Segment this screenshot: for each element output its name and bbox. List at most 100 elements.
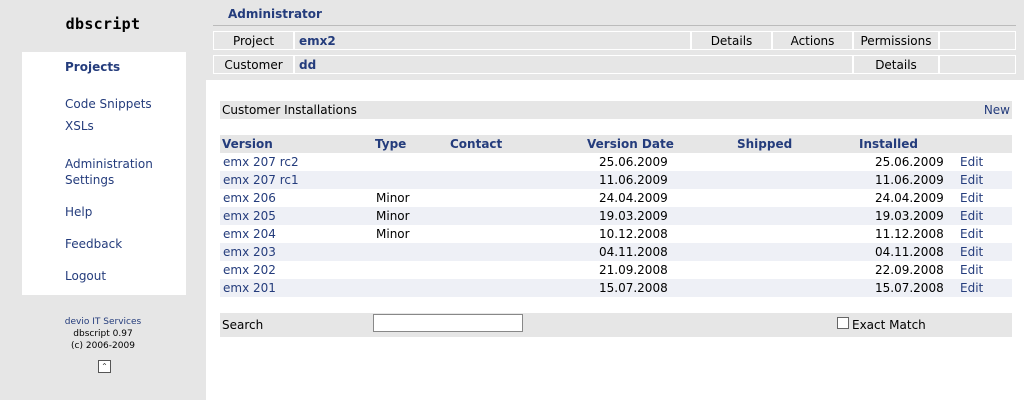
installed-cell: 24.04.2009 <box>857 189 957 207</box>
edit-link[interactable]: Edit <box>957 153 1012 171</box>
contact-cell <box>448 261 585 279</box>
shipped-cell <box>735 153 857 171</box>
edit-link[interactable]: Edit <box>957 261 1012 279</box>
sidebar-item-code-snippets[interactable]: Code Snippets <box>65 96 152 112</box>
sidebar-item-xsls[interactable]: XSLs <box>65 118 94 134</box>
type-cell: Minor <box>373 207 448 225</box>
contact-cell <box>448 171 585 189</box>
version-date-cell: 24.04.2009 <box>585 189 735 207</box>
project-details-button[interactable]: Details <box>691 31 772 50</box>
column-header-type[interactable]: Type <box>373 135 448 153</box>
installed-cell: 25.06.2009 <box>857 153 957 171</box>
version-cell[interactable]: emx 202 <box>220 261 373 279</box>
search-label: Search <box>222 318 264 332</box>
table-header-row: Version Type Contact Version Date Shippe… <box>220 135 1012 153</box>
version-cell[interactable]: emx 207 rc2 <box>220 153 373 171</box>
version-text: dbscript 0.97 <box>73 329 133 339</box>
edit-link[interactable]: Edit <box>957 171 1012 189</box>
project-actions-button[interactable]: Actions <box>772 31 853 50</box>
sidebar-item-logout[interactable]: Logout <box>65 268 106 284</box>
version-date-cell: 10.12.2008 <box>585 225 735 243</box>
exact-match-label[interactable]: Exact Match <box>852 318 926 332</box>
installed-cell: 04.11.2008 <box>857 243 957 261</box>
shipped-cell <box>735 225 857 243</box>
project-permissions-button[interactable]: Permissions <box>853 31 939 50</box>
app-logo-text: dbscript <box>65 15 141 33</box>
project-bar: Project emx2 Details Actions Permissions <box>213 31 1016 51</box>
exact-match-checkbox[interactable] <box>837 317 849 329</box>
table-row: emx 205 Minor 19.03.2009 19.03.2009 Edit <box>220 207 1012 225</box>
version-cell[interactable]: emx 207 rc1 <box>220 171 373 189</box>
type-cell <box>373 243 448 261</box>
scroll-top-icon[interactable]: ⌃ <box>98 360 111 373</box>
column-header-version[interactable]: Version <box>220 135 373 153</box>
version-date-cell: 19.03.2009 <box>585 207 735 225</box>
sidebar-item-help[interactable]: Help <box>65 204 92 220</box>
column-header-shipped[interactable]: Shipped <box>735 135 857 153</box>
version-date-cell: 15.07.2008 <box>585 279 735 297</box>
shipped-cell <box>735 207 857 225</box>
table-row: emx 203 04.11.2008 04.11.2008 Edit <box>220 243 1012 261</box>
edit-link[interactable]: Edit <box>957 225 1012 243</box>
shipped-cell <box>735 279 857 297</box>
new-installation-link[interactable]: New <box>984 101 1010 119</box>
table-row: emx 207 rc1 11.06.2009 11.06.2009 Edit <box>220 171 1012 189</box>
column-header-installed[interactable]: Installed <box>857 135 957 153</box>
version-cell[interactable]: emx 204 <box>220 225 373 243</box>
contact-cell <box>448 279 585 297</box>
version-date-cell: 25.06.2009 <box>585 153 735 171</box>
version-date-cell: 21.09.2008 <box>585 261 735 279</box>
copyright-text: (c) 2006-2009 <box>71 341 135 351</box>
shipped-cell <box>735 243 857 261</box>
sidebar-item-administration[interactable]: Administration <box>65 156 153 172</box>
project-value[interactable]: emx2 <box>294 31 691 50</box>
column-header-contact[interactable]: Contact <box>448 135 585 153</box>
customer-value[interactable]: dd <box>294 55 853 74</box>
app-logo: dbscript <box>0 0 206 52</box>
customer-bar-filler <box>939 55 1016 74</box>
installed-cell: 15.07.2008 <box>857 279 957 297</box>
type-cell <box>373 171 448 189</box>
section-header: Customer Installations New <box>220 101 1012 119</box>
contact-cell <box>448 153 585 171</box>
header-bar: Administrator <box>213 5 1016 26</box>
version-cell[interactable]: emx 206 <box>220 189 373 207</box>
installations-table: Version Type Contact Version Date Shippe… <box>220 135 1012 297</box>
sidebar-item-feedback[interactable]: Feedback <box>65 236 122 252</box>
edit-link[interactable]: Edit <box>957 189 1012 207</box>
edit-link[interactable]: Edit <box>957 279 1012 297</box>
installed-cell: 11.06.2009 <box>857 171 957 189</box>
installed-cell: 11.12.2008 <box>857 225 957 243</box>
sidebar-item-projects[interactable]: Projects <box>65 59 120 75</box>
version-cell[interactable]: emx 201 <box>220 279 373 297</box>
shipped-cell <box>735 171 857 189</box>
search-bar: Search Exact Match <box>220 313 1012 337</box>
customer-details-button[interactable]: Details <box>853 55 939 74</box>
shipped-cell <box>735 189 857 207</box>
project-bar-filler <box>939 31 1016 50</box>
table-row: emx 206 Minor 24.04.2009 24.04.2009 Edit <box>220 189 1012 207</box>
company-link[interactable]: devio IT Services <box>0 316 206 328</box>
contact-cell <box>448 243 585 261</box>
edit-link[interactable]: Edit <box>957 243 1012 261</box>
contact-cell <box>448 225 585 243</box>
contact-cell <box>448 189 585 207</box>
customer-label: Customer <box>213 55 294 74</box>
version-date-cell: 11.06.2009 <box>585 171 735 189</box>
type-cell <box>373 279 448 297</box>
version-cell[interactable]: emx 203 <box>220 243 373 261</box>
sidebar-footer: devio IT Services dbscript 0.97 (c) 2006… <box>0 316 206 352</box>
project-label: Project <box>213 31 294 50</box>
version-cell[interactable]: emx 205 <box>220 207 373 225</box>
contact-cell <box>448 207 585 225</box>
column-header-version-date[interactable]: Version Date <box>585 135 735 153</box>
shipped-cell <box>735 261 857 279</box>
edit-link[interactable]: Edit <box>957 207 1012 225</box>
search-input[interactable] <box>373 314 523 332</box>
table-row: emx 207 rc2 25.06.2009 25.06.2009 Edit <box>220 153 1012 171</box>
type-cell <box>373 261 448 279</box>
sidebar-item-settings[interactable]: Settings <box>65 172 114 188</box>
installed-cell: 19.03.2009 <box>857 207 957 225</box>
version-date-cell: 04.11.2008 <box>585 243 735 261</box>
section-title: Customer Installations <box>222 103 357 117</box>
